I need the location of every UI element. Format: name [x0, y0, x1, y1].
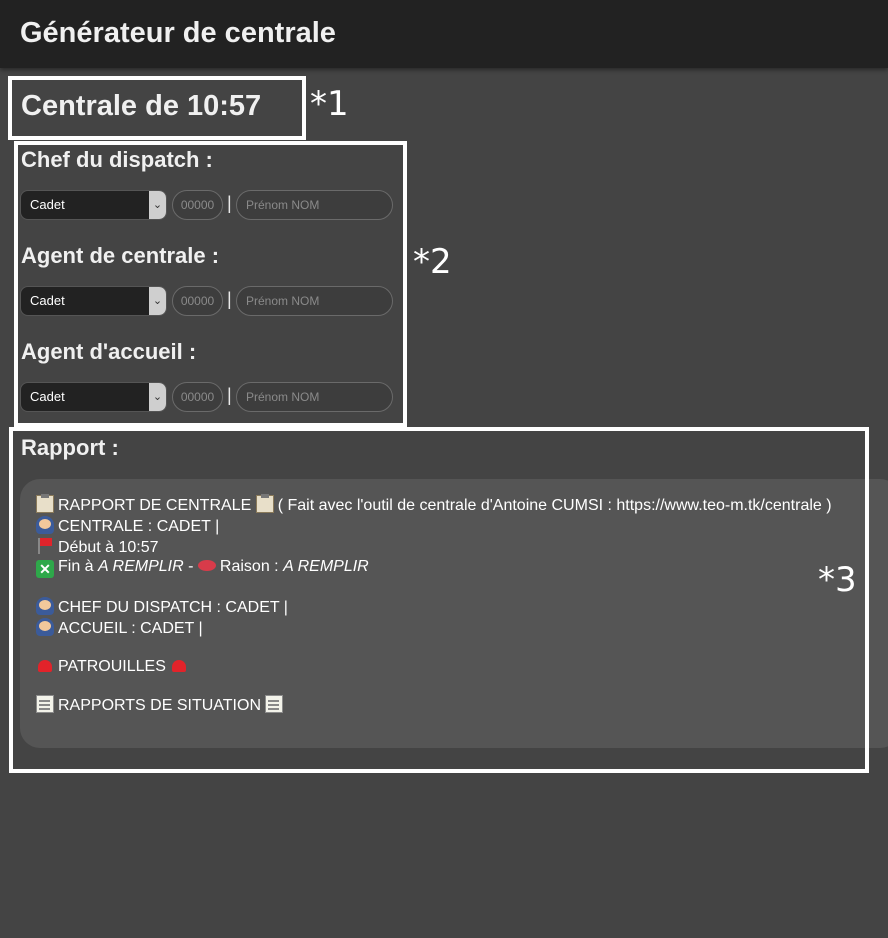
role-row-chef-dispatch: Cadet ⌄ 00000 | Prénom NOM — [20, 190, 394, 222]
name-input[interactable]: Prénom NOM — [236, 286, 393, 316]
annotation-label-1: *1 — [310, 84, 349, 124]
app-header: Générateur de centrale — [0, 0, 888, 68]
name-input[interactable]: Prénom NOM — [236, 382, 393, 412]
separator: | — [227, 193, 232, 213]
role-title-chef-dispatch: Chef du dispatch : — [21, 147, 213, 172]
chevron-down-icon: ⌄ — [149, 191, 166, 219]
app-title: Générateur de centrale — [20, 17, 336, 49]
grade-select[interactable]: Cadet ⌄ — [20, 190, 167, 220]
badge-number-input[interactable]: 00000 — [172, 382, 223, 412]
grade-select-value: Cadet — [30, 389, 65, 404]
separator: | — [227, 385, 232, 405]
chevron-down-icon: ⌄ — [149, 383, 166, 411]
role-title-agent-accueil: Agent d'accueil : — [21, 339, 197, 364]
separator: | — [227, 289, 232, 309]
centrale-title: Centrale de 10:57 — [21, 90, 262, 122]
badge-number-input[interactable]: 00000 — [172, 286, 223, 316]
grade-select[interactable]: Cadet ⌄ — [20, 382, 167, 412]
name-input[interactable]: Prénom NOM — [236, 190, 393, 220]
role-row-agent-centrale: Cadet ⌄ 00000 | Prénom NOM — [20, 286, 394, 318]
chevron-down-icon: ⌄ — [149, 287, 166, 315]
annotation-label-2: *2 — [413, 242, 452, 282]
annotation-label-3: *3 — [818, 560, 857, 600]
badge-number-input[interactable]: 00000 — [172, 190, 223, 220]
grade-select-value: Cadet — [30, 197, 65, 212]
role-title-agent-centrale: Agent de centrale : — [21, 243, 220, 268]
annotation-box-3 — [9, 427, 869, 773]
grade-select-value: Cadet — [30, 293, 65, 308]
grade-select[interactable]: Cadet ⌄ — [20, 286, 167, 316]
role-row-agent-accueil: Cadet ⌄ 00000 | Prénom NOM — [20, 382, 394, 414]
